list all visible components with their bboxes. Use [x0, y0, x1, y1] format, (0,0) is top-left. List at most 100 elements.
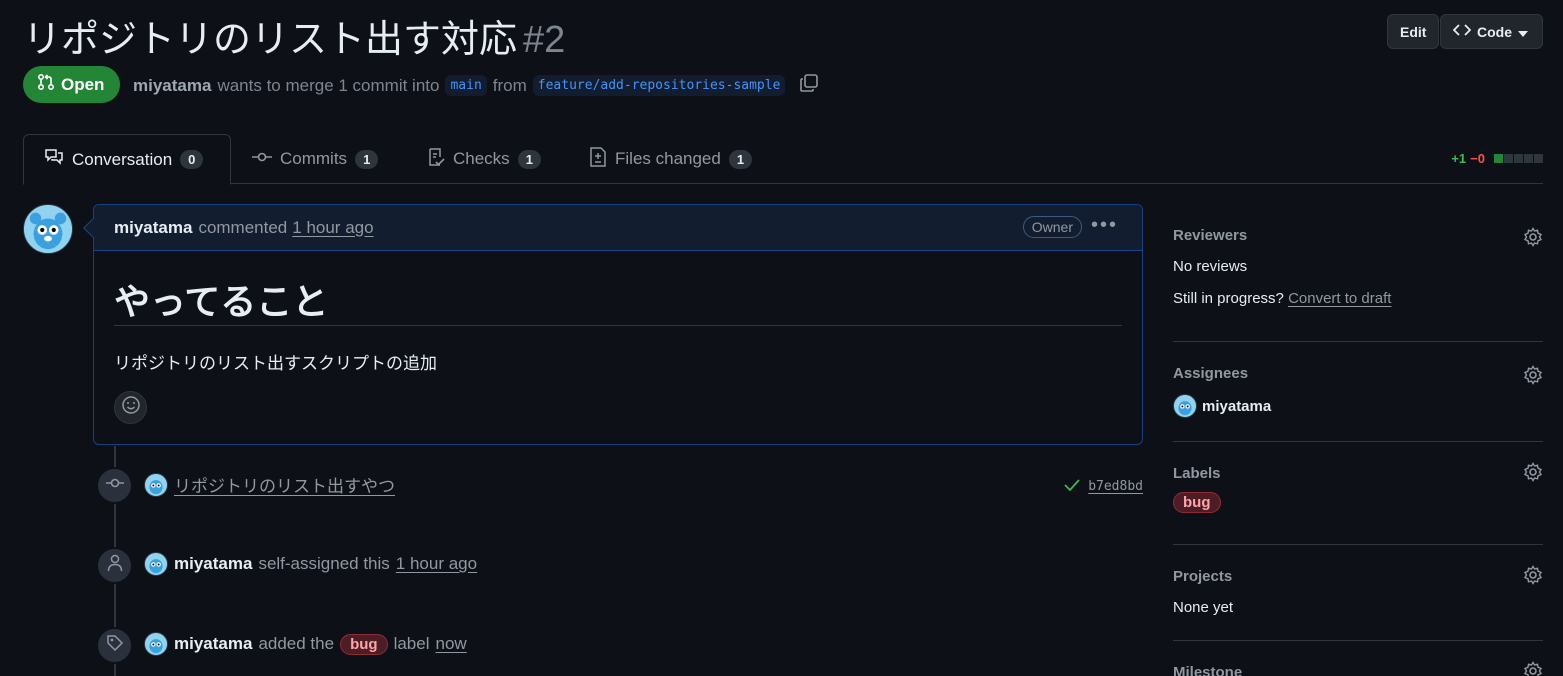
- tab-conversation[interactable]: Conversation 0: [23, 134, 231, 185]
- pr-title: リポジトリのリスト出す対応 #2: [23, 8, 565, 63]
- add-reaction-button[interactable]: [114, 391, 147, 424]
- tab-checks[interactable]: Checks 1: [407, 134, 561, 184]
- milestone-title: Milestone: [1173, 664, 1243, 676]
- avatar[interactable]: [144, 632, 168, 656]
- tab-commits[interactable]: Commits 1: [232, 134, 398, 184]
- pr-title-text: リポジトリのリスト出す対応: [23, 19, 518, 61]
- sidebar-divider: [1173, 640, 1543, 641]
- progress-text: Still in progress?: [1173, 290, 1284, 307]
- convert-to-draft-link[interactable]: Convert to draft: [1288, 290, 1391, 307]
- sidebar-projects: Projects None yet: [1173, 565, 1543, 618]
- avatar: [1173, 394, 1197, 418]
- comment-author-link[interactable]: miyatama: [114, 218, 192, 238]
- pr-meta: miyatama wants to merge 1 commit into ma…: [133, 73, 819, 98]
- commit-sha-area: b7ed8bd: [1064, 478, 1143, 495]
- pr-state-label: Open: [61, 74, 105, 94]
- git-pull-request-icon: [37, 73, 55, 96]
- tab-commits-label: Commits: [280, 149, 348, 168]
- reviewers-value: No reviews: [1173, 258, 1248, 275]
- label-text-2: label: [393, 634, 430, 653]
- timeline-assign-badge: [96, 547, 133, 584]
- label-time-link[interactable]: now: [436, 634, 467, 654]
- tab-conversation-count: 0: [180, 150, 204, 169]
- gear-icon[interactable]: [1523, 565, 1543, 590]
- tab-files-changed-count: 1: [728, 149, 753, 169]
- diffstat-blocks: [1493, 151, 1543, 166]
- checklist-icon: [427, 147, 445, 172]
- comment-discussion-icon: [44, 148, 64, 171]
- avatar[interactable]: [23, 204, 73, 254]
- pr-author-link[interactable]: miyatama: [133, 76, 211, 96]
- person-icon: [107, 554, 123, 577]
- kebab-menu-icon[interactable]: •••: [1091, 214, 1118, 237]
- comment-box: miyatama commented 1 hour ago Owner ••• …: [83, 204, 1143, 445]
- comment-body: リポジトリのリスト出すスクリプトの追加: [114, 354, 437, 373]
- projects-value: None yet: [1173, 599, 1234, 616]
- bug-label[interactable]: bug: [340, 633, 388, 655]
- triangle-down-icon: [1518, 24, 1528, 40]
- tab-commits-count: 1: [355, 149, 379, 169]
- tab-files-changed[interactable]: Files changed 1: [569, 134, 772, 184]
- comment-time-link[interactable]: 1 hour ago: [292, 218, 373, 238]
- label-user-link[interactable]: miyatama: [174, 634, 252, 654]
- sidebar-divider: [1173, 544, 1543, 545]
- timeline-commit: リポジトリのリスト出すやつ: [144, 472, 395, 497]
- diffstat-deletions: −0: [1470, 151, 1485, 166]
- projects-title: Projects: [1173, 568, 1233, 585]
- git-commit-icon: [252, 149, 272, 169]
- tab-files-changed-label: Files changed: [615, 149, 721, 168]
- pr-tabs: Conversation 0 Commits 1 Checks 1 Files …: [23, 134, 1543, 185]
- sidebar-assignees: Assignees miyatama: [1173, 365, 1543, 425]
- timeline-label-badge: [96, 627, 133, 664]
- timeline-commit-badge: [96, 467, 133, 504]
- gear-icon[interactable]: [1523, 227, 1543, 252]
- sidebar-reviewers: Reviewers No reviews Still in progress? …: [1173, 227, 1543, 317]
- sidebar-milestone: Milestone: [1173, 661, 1543, 676]
- edit-button-label: Edit: [1400, 23, 1427, 40]
- gear-icon[interactable]: [1523, 462, 1543, 487]
- head-branch[interactable]: feature/add-repositories-sample: [532, 75, 786, 96]
- gear-icon[interactable]: [1523, 661, 1543, 676]
- assignee-item[interactable]: miyatama: [1173, 394, 1543, 418]
- assign-time-link[interactable]: 1 hour ago: [396, 554, 477, 574]
- owner-badge: Owner: [1022, 216, 1082, 238]
- diffstat: +1 −0: [1451, 151, 1543, 166]
- diffstat-additions: +1: [1451, 151, 1467, 166]
- sidebar-divider: [1173, 441, 1543, 442]
- tab-checks-label: Checks: [453, 149, 510, 168]
- bug-label[interactable]: bug: [1173, 492, 1221, 513]
- assign-user-link[interactable]: miyatama: [174, 554, 252, 574]
- gear-icon[interactable]: [1523, 365, 1543, 390]
- pr-merge-text: wants to merge 1 commit into: [217, 75, 440, 95]
- code-button-label: Code: [1477, 23, 1512, 40]
- code-button[interactable]: Code: [1440, 14, 1543, 49]
- edit-button[interactable]: Edit: [1387, 14, 1440, 49]
- timeline-label-added: miyatama added the bug label now: [144, 632, 467, 656]
- sidebar-divider: [1173, 341, 1543, 342]
- base-branch[interactable]: main: [445, 75, 487, 96]
- assignees-title: Assignees: [1173, 365, 1249, 382]
- comment-heading: やってること: [114, 281, 329, 322]
- comment-header: miyatama commented 1 hour ago: [94, 205, 1142, 251]
- assignee-name: miyatama: [1202, 397, 1272, 415]
- commit-message-link[interactable]: リポジトリのリスト出すやつ: [174, 472, 395, 497]
- timeline-self-assigned: miyatama self-assigned this 1 hour ago: [144, 552, 477, 576]
- assign-text: self-assigned this: [258, 554, 390, 573]
- code-icon: [1452, 23, 1472, 40]
- label-text-1: added the: [258, 634, 335, 653]
- pr-from-text: from: [492, 75, 527, 95]
- commit-sha-link[interactable]: b7ed8bd: [1088, 479, 1143, 494]
- copy-icon[interactable]: [799, 73, 819, 98]
- avatar[interactable]: [144, 552, 168, 576]
- tag-icon: [106, 634, 124, 657]
- draft-prompt: Still in progress? Convert to draft: [1173, 290, 1543, 307]
- avatar[interactable]: [144, 472, 168, 497]
- smiley-icon: [121, 395, 141, 420]
- comment-divider: [114, 325, 1122, 326]
- sidebar-labels: Labels bug: [1173, 462, 1543, 525]
- git-commit-icon: [105, 476, 125, 495]
- pr-state-badge: Open: [23, 66, 121, 103]
- pr-number: #2: [523, 19, 566, 61]
- reviewers-title: Reviewers: [1173, 227, 1248, 244]
- check-icon: [1064, 478, 1080, 495]
